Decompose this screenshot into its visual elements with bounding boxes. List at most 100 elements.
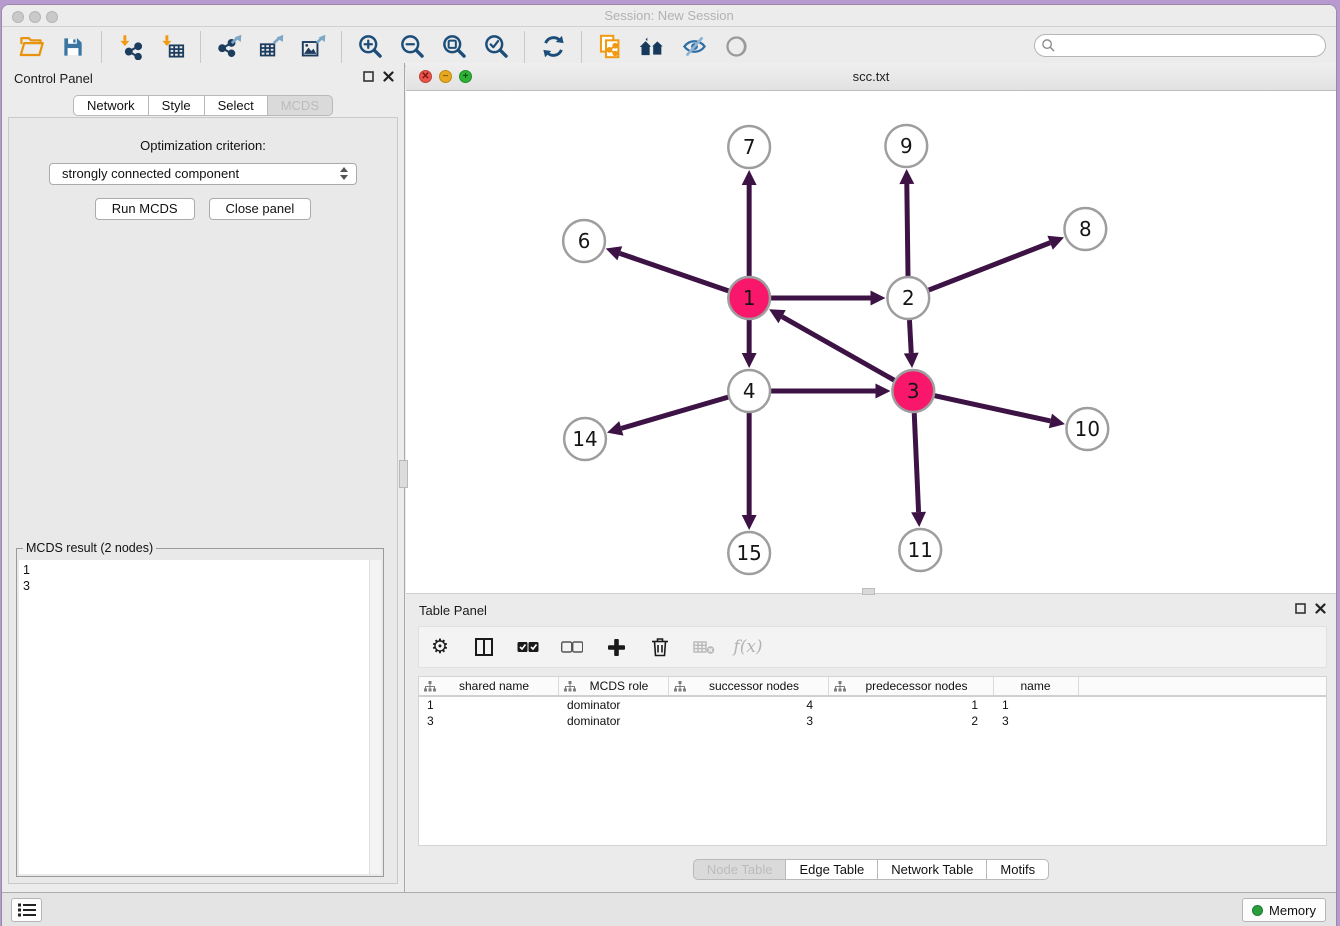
zoom-out-icon[interactable] [397, 32, 427, 62]
tab-select[interactable]: Select [204, 95, 268, 116]
home-view-icon[interactable] [637, 32, 667, 62]
table-tab-node-table[interactable]: Node Table [693, 859, 787, 880]
network-window-titlebar[interactable]: ✕ − + scc.txt [406, 63, 1336, 91]
edge-2-8[interactable] [929, 243, 1050, 290]
select-spinner-icon [340, 167, 349, 181]
arrowhead-1-6 [606, 246, 623, 260]
table-row[interactable]: 1dominator411 [419, 697, 1326, 713]
edge-3-11[interactable] [914, 413, 918, 512]
node-label-9: 9 [900, 134, 913, 158]
column-header-name[interactable]: name [994, 677, 1079, 695]
arrowhead-1-7 [742, 170, 757, 185]
zoom-selected-icon[interactable] [481, 32, 511, 62]
close-panel-icon[interactable] [383, 71, 394, 82]
edge-2-9[interactable] [907, 184, 908, 276]
run-mcds-button[interactable]: Run MCDS [95, 198, 195, 220]
memory-status-icon [1252, 905, 1263, 916]
import-table-icon[interactable] [157, 32, 187, 62]
network-canvas-svg: 7968124314101511 [406, 91, 1336, 593]
hierarchy-icon [674, 681, 686, 692]
network-canvas[interactable]: 7968124314101511 [406, 91, 1336, 593]
mcds-result-text[interactable]: 1 3 [19, 560, 369, 874]
arrowhead-1-2 [871, 291, 886, 306]
node-table[interactable]: shared nameMCDS rolesuccessor nodesprede… [418, 676, 1327, 846]
column-header-shared-name[interactable]: shared name [419, 677, 559, 695]
delete-table-icon[interactable] [691, 634, 717, 660]
optimization-criterion-select[interactable]: strongly connected component [49, 163, 357, 185]
optimization-criterion-label: Optimization criterion: [9, 138, 397, 153]
export-table-icon[interactable] [256, 32, 286, 62]
toggle-column-view-icon[interactable] [471, 634, 497, 660]
hierarchy-icon [564, 681, 576, 692]
column-header-successor-nodes[interactable]: successor nodes [669, 677, 829, 695]
toolbar-separator [200, 31, 201, 63]
import-network-icon[interactable] [115, 32, 145, 62]
global-search[interactable] [1034, 34, 1326, 57]
edge-2-3[interactable] [909, 320, 911, 353]
add-column-icon[interactable] [603, 634, 629, 660]
table-row[interactable]: 3dominator323 [419, 713, 1326, 729]
table-settings-icon[interactable]: ⚙ [427, 634, 453, 660]
table-panel: Table Panel ⚙ f(x) [406, 593, 1336, 892]
zoom-in-icon[interactable] [355, 32, 385, 62]
column-label: shared name [436, 679, 558, 693]
table-tab-network-table[interactable]: Network Table [877, 859, 987, 880]
table-cell: dominator [559, 713, 669, 729]
tab-mcds[interactable]: MCDS [267, 95, 333, 116]
tab-network[interactable]: Network [73, 95, 149, 116]
table-toolbar: ⚙ f(x) [418, 626, 1327, 668]
edge-4-14[interactable] [621, 397, 728, 428]
arrowhead-2-3 [904, 353, 919, 368]
edge-3-10[interactable] [935, 396, 1051, 421]
column-label: name [999, 679, 1078, 693]
close-panel-button[interactable]: Close panel [209, 198, 312, 220]
node-label-4: 4 [743, 379, 756, 403]
arrowhead-1-4 [742, 353, 757, 368]
delete-column-icon[interactable] [647, 634, 673, 660]
column-header-predecessor-nodes[interactable]: predecessor nodes [829, 677, 994, 695]
table-cell: 1 [419, 697, 559, 713]
vertical-splitter-handle[interactable] [399, 460, 408, 488]
result-scrollbar[interactable] [369, 560, 381, 874]
float-panel-icon[interactable] [363, 71, 374, 82]
memory-button[interactable]: Memory [1242, 898, 1326, 922]
save-session-icon[interactable] [58, 32, 88, 62]
show-hide-panel-icon[interactable] [721, 32, 751, 62]
apply-function-icon[interactable]: f(x) [735, 634, 761, 660]
zoom-fit-icon[interactable] [439, 32, 469, 62]
close-table-panel-icon[interactable] [1315, 603, 1326, 614]
clone-network-icon[interactable] [595, 32, 625, 62]
hierarchy-icon [424, 681, 436, 692]
window-title: Session: New Session [2, 8, 1336, 23]
search-input[interactable] [1056, 39, 1325, 53]
node-label-14: 14 [572, 427, 597, 451]
table-tab-motifs[interactable]: Motifs [986, 859, 1049, 880]
table-tab-edge-table[interactable]: Edge Table [785, 859, 878, 880]
tab-style[interactable]: Style [148, 95, 205, 116]
column-header-mcds-role[interactable]: MCDS role [559, 677, 669, 695]
task-history-button[interactable] [11, 898, 42, 922]
edge-3-1[interactable] [782, 317, 894, 381]
node-label-15: 15 [737, 541, 762, 565]
select-all-rows-icon[interactable] [515, 634, 541, 660]
export-network-icon[interactable] [214, 32, 244, 62]
edge-1-6[interactable] [620, 253, 729, 291]
arrowhead-2-9 [899, 169, 914, 184]
refresh-layout-icon[interactable] [538, 32, 568, 62]
memory-label: Memory [1269, 903, 1316, 918]
export-image-icon[interactable] [298, 32, 328, 62]
float-table-panel-icon[interactable] [1295, 603, 1306, 614]
style-visibility-icon[interactable] [679, 32, 709, 62]
arrowhead-3-11 [911, 512, 926, 527]
toolbar-separator [581, 31, 582, 63]
deselect-all-rows-icon[interactable] [559, 634, 585, 660]
node-label-11: 11 [908, 538, 933, 562]
node-label-3: 3 [907, 379, 920, 403]
horizontal-splitter-handle[interactable] [862, 588, 875, 595]
mcds-result-groupbox: MCDS result (2 nodes) 1 3 [16, 548, 384, 877]
main-toolbar [2, 27, 1336, 67]
list-icon [18, 903, 36, 917]
control-panel-tabs: NetworkStyleSelectMCDS [2, 95, 404, 116]
open-session-icon[interactable] [16, 32, 46, 62]
mcds-result-title: MCDS result (2 nodes) [23, 541, 156, 555]
